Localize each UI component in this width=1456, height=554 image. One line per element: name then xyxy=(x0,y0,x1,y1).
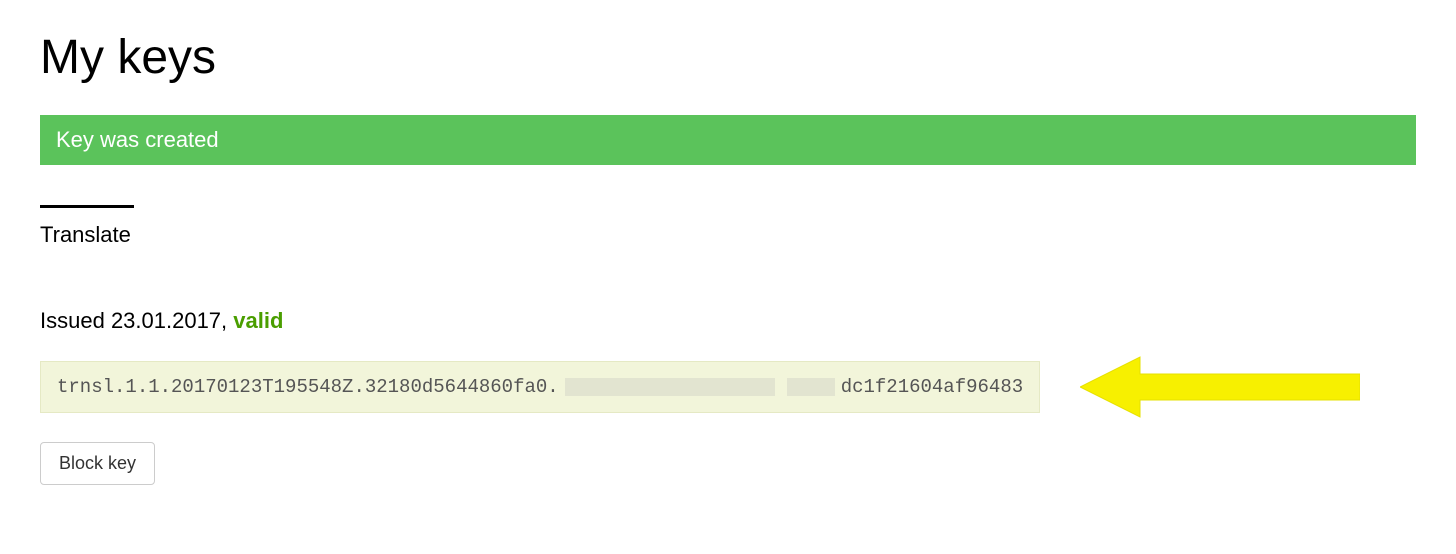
key-part2: dc1f21604af96483 xyxy=(841,376,1023,398)
key-meta: Issued 23.01.2017, valid xyxy=(40,308,1416,334)
arrow-left-icon xyxy=(1080,352,1360,422)
alert-success: Key was created xyxy=(40,115,1416,165)
tab-translate[interactable]: Translate xyxy=(40,205,134,248)
separator: , xyxy=(221,308,233,333)
issued-date: 23.01.2017 xyxy=(111,308,221,333)
api-key-value[interactable]: trnsl.1.1.20170123T195548Z.32180d5644860… xyxy=(40,361,1040,413)
key-part1: trnsl.1.1.20170123T195548Z.32180d5644860… xyxy=(57,376,559,398)
key-row: trnsl.1.1.20170123T195548Z.32180d5644860… xyxy=(40,352,1416,422)
tab-bar: Translate xyxy=(40,205,1416,248)
redacted-segment xyxy=(787,378,835,396)
page-title: My keys xyxy=(40,30,1416,85)
issued-prefix: Issued xyxy=(40,308,111,333)
status-badge: valid xyxy=(233,308,283,333)
redacted-segment xyxy=(565,378,775,396)
arrow-annotation xyxy=(1080,352,1360,422)
block-key-button[interactable]: Block key xyxy=(40,442,155,485)
